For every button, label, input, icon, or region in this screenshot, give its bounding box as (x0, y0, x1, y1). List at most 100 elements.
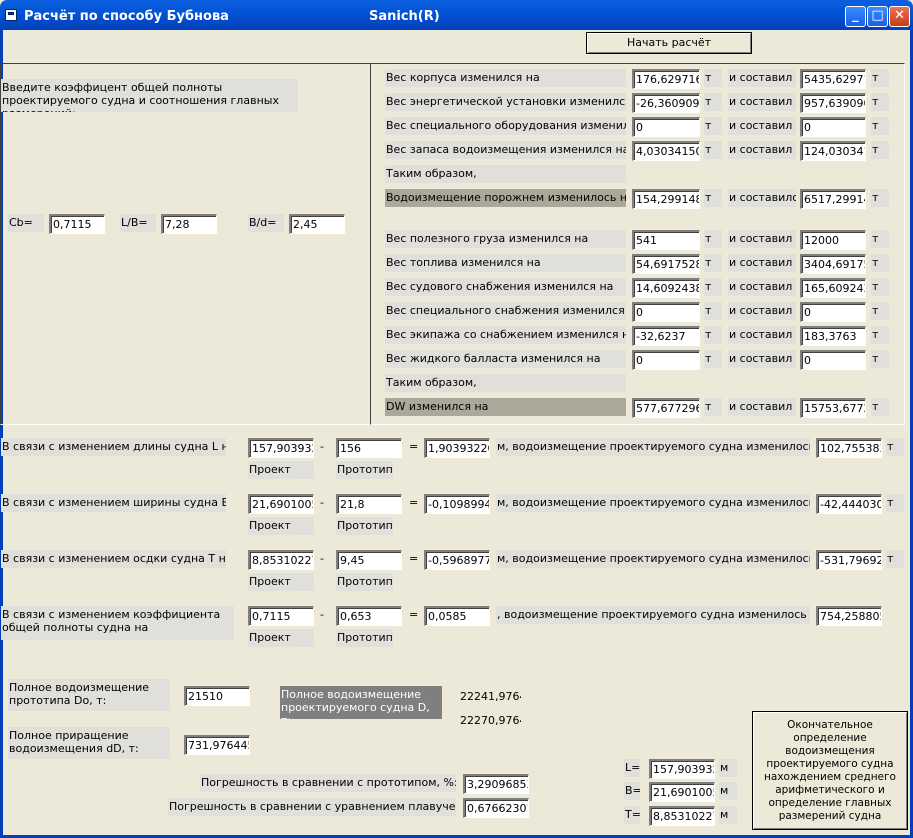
dim-width-project[interactable]: 21,69010057 (248, 494, 314, 514)
weight-ballast-label: Вес жидкого балласта изменился на (385, 350, 626, 368)
dw-total[interactable]: 15753,67729 (800, 398, 866, 418)
final-b-value[interactable]: 21,69010057 (649, 782, 715, 802)
unit-t: т (704, 278, 722, 296)
weight-ballast-change[interactable]: 0 (632, 350, 700, 370)
unit-t: т (704, 230, 722, 248)
minimize-icon[interactable]: _ (845, 6, 866, 27)
empty-displacement-change[interactable]: 154,2991489 (632, 189, 700, 209)
final-l-value[interactable]: 157,9039322 (649, 759, 715, 779)
minus-sign: - (320, 552, 324, 565)
d0-label: Полное водоизмещение прототипа Do, т: (8, 679, 170, 711)
d-value-2[interactable]: 22270,97644 (456, 710, 522, 730)
dim-length-diff[interactable]: 1,903932205 (424, 438, 490, 458)
dim-cb-project[interactable]: 0,7115 (248, 606, 314, 626)
weight-reserve-change[interactable]: 4,030341505 (632, 141, 700, 161)
final-t-value[interactable]: 8,853102278 (649, 806, 715, 826)
unit-t: т (704, 254, 722, 272)
unit-t: т (871, 278, 889, 296)
equals-sign: = (409, 440, 418, 453)
dim-width-proto[interactable]: 21,8 (336, 494, 402, 514)
weight-fuel-change[interactable]: 54,69175287 (632, 254, 700, 274)
dim-cb-diff[interactable]: 0,0585 (424, 606, 490, 626)
input-panel (0, 63, 371, 425)
weight-hull-change[interactable]: 176,6297164 (632, 69, 700, 89)
empty-displacement-total[interactable]: 6517,299149 (800, 189, 866, 209)
lb-label: L/B= (120, 214, 156, 232)
weight-power-total[interactable]: 957,6390909 (800, 93, 866, 113)
project-caption: Проект (248, 573, 314, 591)
dim-cb-text: , водоизмещение проектируемого судна изм… (496, 606, 810, 624)
weight-power-label: Вес энергетической установки изменился н… (385, 93, 626, 111)
unit-t: т (704, 69, 722, 87)
d0-value[interactable]: 21510 (184, 686, 250, 706)
close-icon[interactable]: ✕ (889, 6, 910, 27)
weight-reserve-total[interactable]: 124,0303415 (800, 141, 866, 161)
bd-label: B/d= (248, 214, 284, 232)
thus-label: Таким образом, (385, 165, 626, 183)
minus-sign: - (320, 496, 324, 509)
dim-width-result[interactable]: -42,4440306 (816, 494, 882, 514)
weight-crew-total[interactable]: 183,3763 (800, 326, 866, 346)
dw-change[interactable]: 577,6772967 (632, 398, 700, 418)
final-b-label: B= (624, 782, 640, 800)
dim-draft-project[interactable]: 8,853102278 (248, 550, 314, 570)
err1-value[interactable]: 3,290968531 (463, 774, 529, 794)
weight-special-supply-change[interactable]: 0 (632, 302, 700, 322)
weight-payload-change[interactable]: 541 (632, 230, 700, 250)
weight-payload-label: Вес полезного груза изменился на (385, 230, 626, 248)
unit-m: м (719, 759, 737, 777)
weight-fuel-total[interactable]: 3404,691752 (800, 254, 866, 274)
weight-stores-label: Вес судового снабжения изменился на (385, 278, 626, 296)
weight-hull-total[interactable]: 5435,629716 (800, 69, 866, 89)
unit-t: т (704, 398, 722, 416)
dim-length-result[interactable]: 102,7553836 (816, 438, 882, 458)
weight-stores-total[interactable]: 165,6092439 (800, 278, 866, 298)
unit-t: т (871, 302, 889, 320)
equals-sign: = (409, 552, 418, 565)
dim-cb-proto[interactable]: 0,653 (336, 606, 402, 626)
window-subtitle: Sanich(R) (369, 9, 440, 24)
minus-sign: - (320, 608, 324, 621)
cb-input[interactable]: 0,7115 (49, 214, 105, 234)
weight-reserve-label: Вес запаса водоизмещения изменился на (385, 141, 626, 159)
dim-width-text: м, водоизмещение проектируемого судна из… (496, 494, 810, 512)
thus-label: Таким образом, (385, 374, 626, 392)
and-was-label: и составил (728, 278, 796, 296)
window-title: Расчёт по способу Бубнова (24, 9, 229, 24)
proto-caption: Прототип (336, 517, 393, 535)
dim-length-project[interactable]: 157,9039322 (248, 438, 314, 458)
dim-width-diff[interactable]: -0,10989942 (424, 494, 490, 514)
and-was-label: и составил (728, 254, 796, 272)
unit-t: т (704, 350, 722, 368)
unit-t: т (871, 141, 889, 159)
weight-equipment-label: Вес специального оборудования изменился … (385, 117, 626, 135)
final-t-label: T= (624, 806, 640, 824)
final-calculation-button[interactable]: Окончательное определение водоизмещения … (752, 711, 908, 830)
lb-input[interactable]: 7,28 (161, 214, 217, 234)
dim-cb-result[interactable]: 754,2588055 (816, 606, 882, 626)
err2-value[interactable]: 0,676623018 (463, 798, 529, 818)
weight-crew-change[interactable]: -32,6237 (632, 326, 700, 346)
weight-equipment-total[interactable]: 0 (800, 117, 866, 137)
dd-value[interactable]: 731,9764456 (184, 735, 250, 755)
and-was-label: и составил (728, 230, 796, 248)
weight-ballast-total[interactable]: 0 (800, 350, 866, 370)
weight-payload-total[interactable]: 12000 (800, 230, 866, 250)
weight-special-supply-total[interactable]: 0 (800, 302, 866, 322)
start-calculation-button[interactable]: Начать расчёт (586, 32, 752, 54)
maximize-icon[interactable]: □ (867, 6, 888, 27)
weight-equipment-change[interactable]: 0 (632, 117, 700, 137)
title-bar: Расчёт по способу Бубнова Sanich(R) _ □ … (0, 0, 913, 30)
unit-t: т (704, 141, 722, 159)
minus-sign: - (320, 440, 324, 453)
d-value-1[interactable]: 22241,97644 (456, 686, 522, 706)
bd-input[interactable]: 2,45 (289, 214, 345, 234)
dim-draft-diff[interactable]: -0,59689772 (424, 550, 490, 570)
dim-length-proto[interactable]: 156 (336, 438, 402, 458)
weight-power-change[interactable]: -26,36090909 (632, 93, 700, 113)
unit-t: т (704, 117, 722, 135)
and-was-label: и составил (728, 117, 796, 135)
weight-stores-change[interactable]: 14,60924387 (632, 278, 700, 298)
dim-draft-proto[interactable]: 9,45 (336, 550, 402, 570)
dim-draft-result[interactable]: -531,796920 (816, 550, 882, 570)
